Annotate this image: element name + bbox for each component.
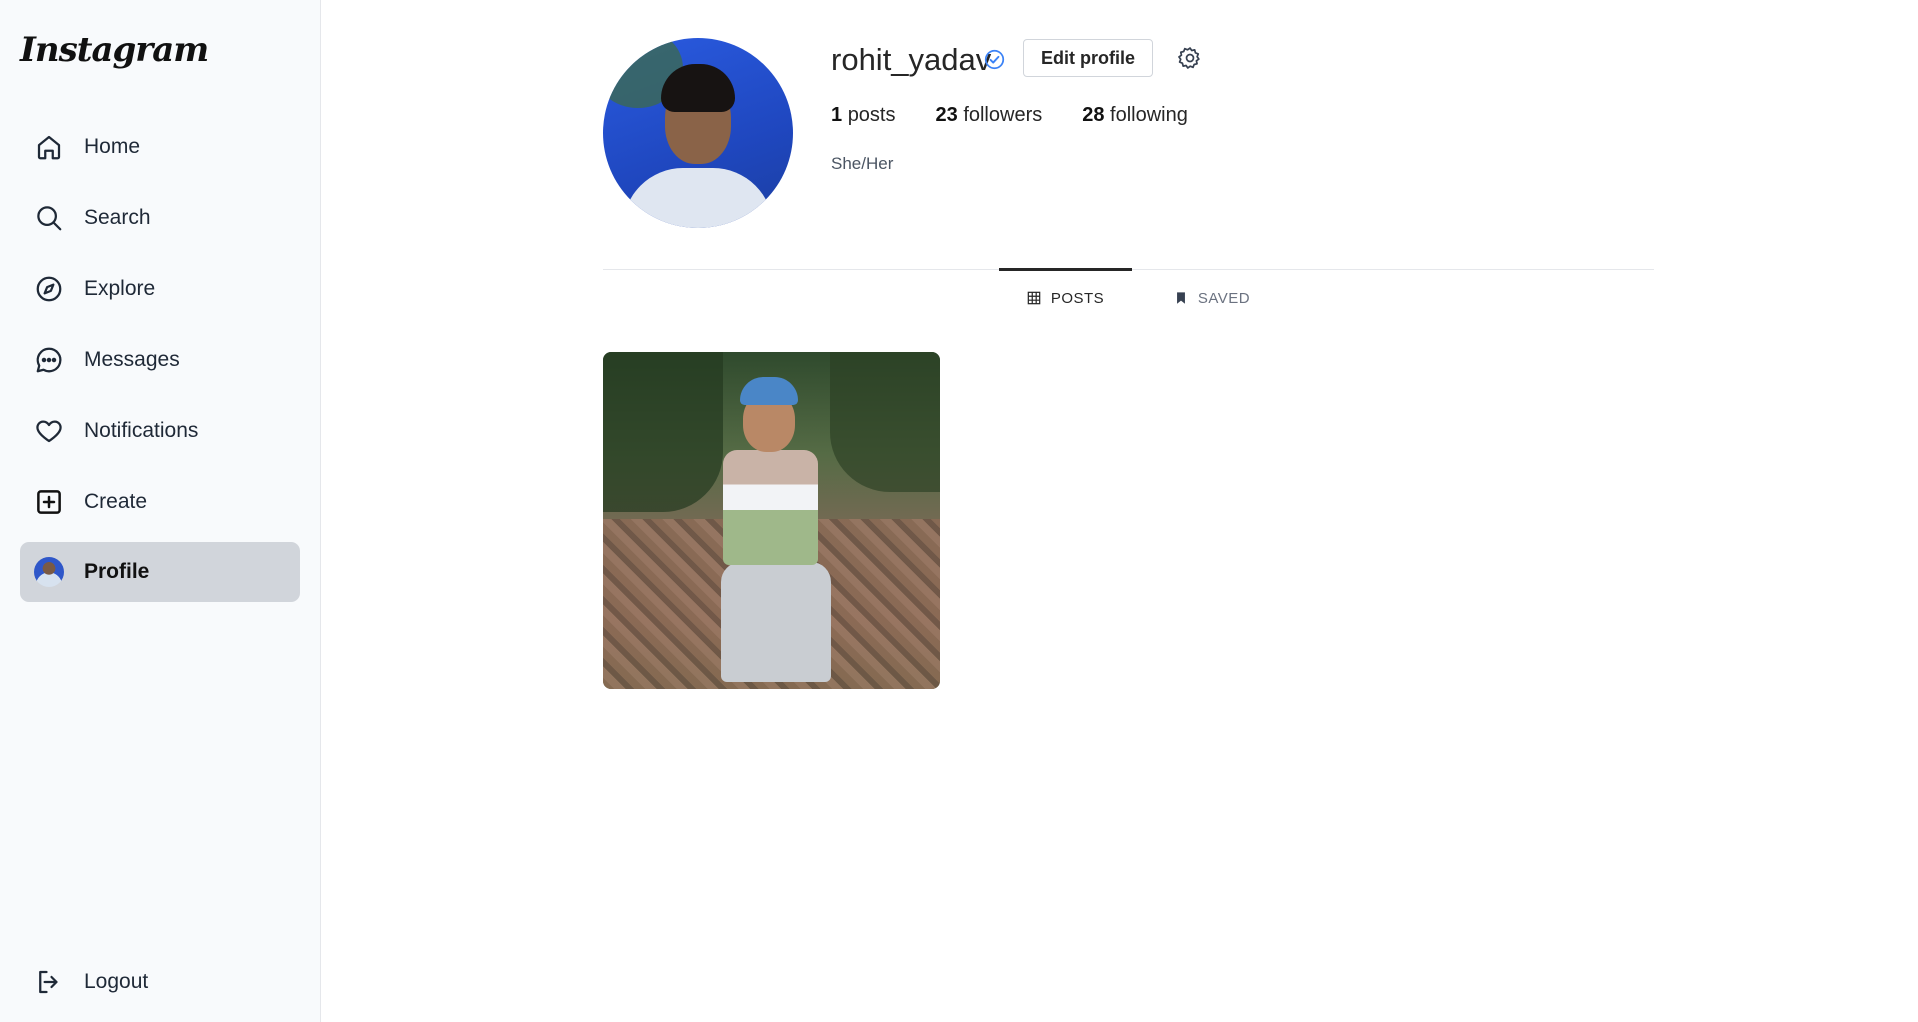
profile-username: rohit_yadav: [831, 42, 992, 77]
posts-stat[interactable]: 1 posts: [831, 104, 896, 127]
sidebar: Instagram Home Search Explore Messages N…: [0, 0, 321, 1022]
sidebar-item-profile[interactable]: Profile: [20, 542, 300, 602]
compass-icon: [34, 274, 64, 304]
logout-button[interactable]: Logout: [20, 952, 300, 1012]
sidebar-item-home[interactable]: Home: [20, 117, 300, 177]
plus-square-icon: [34, 487, 64, 517]
followers-stat[interactable]: 23 followers: [936, 104, 1043, 127]
profile-main: rohit_yadav Edit profile 1 posts 23 foll…: [322, 0, 1918, 1022]
sidebar-item-label: Profile: [84, 560, 150, 583]
sidebar-item-label: Notifications: [84, 419, 199, 442]
tab-posts-label: POSTS: [1050, 289, 1105, 307]
instagram-logo[interactable]: Instagram: [20, 30, 209, 70]
tab-saved[interactable]: SAVED: [1162, 270, 1262, 326]
verified-badge-icon: [984, 49, 1005, 70]
tab-saved-label: SAVED: [1197, 289, 1251, 307]
bookmark-icon: [1176, 292, 1185, 304]
sidebar-item-label: Create: [84, 490, 148, 513]
edit-profile-button[interactable]: Edit profile: [1023, 39, 1153, 77]
app-root: Instagram Home Search Explore Messages N…: [0, 0, 1918, 1022]
sidebar-item-explore[interactable]: Explore: [20, 259, 300, 319]
logout-label: Logout: [84, 970, 149, 993]
profile-avatar[interactable]: [603, 38, 793, 228]
profile-bio: She/Her: [831, 154, 894, 173]
post-thumbnail[interactable]: [603, 352, 940, 689]
sidebar-item-label: Explore: [84, 277, 156, 300]
sidebar-item-label: Messages: [84, 348, 180, 371]
home-icon: [34, 132, 64, 162]
sidebar-item-label: Home: [84, 135, 141, 158]
settings-gear-icon[interactable]: [1177, 45, 1203, 71]
sidebar-item-create[interactable]: Create: [20, 472, 300, 532]
following-stat[interactable]: 28 following: [1082, 104, 1188, 127]
avatar: [34, 557, 64, 587]
message-circle-icon: [34, 345, 64, 375]
heart-icon: [34, 416, 64, 446]
search-icon: [34, 203, 64, 233]
sidebar-item-messages[interactable]: Messages: [20, 330, 300, 390]
sidebar-item-notifications[interactable]: Notifications: [20, 401, 300, 461]
sidebar-item-label: Search: [84, 206, 151, 229]
sidebar-item-search[interactable]: Search: [20, 188, 300, 248]
logout-icon: [34, 967, 64, 997]
profile-stats: 1 posts 23 followers 28 following: [831, 104, 1228, 127]
tab-posts[interactable]: POSTS: [999, 268, 1132, 326]
grid-icon: [1027, 291, 1041, 305]
